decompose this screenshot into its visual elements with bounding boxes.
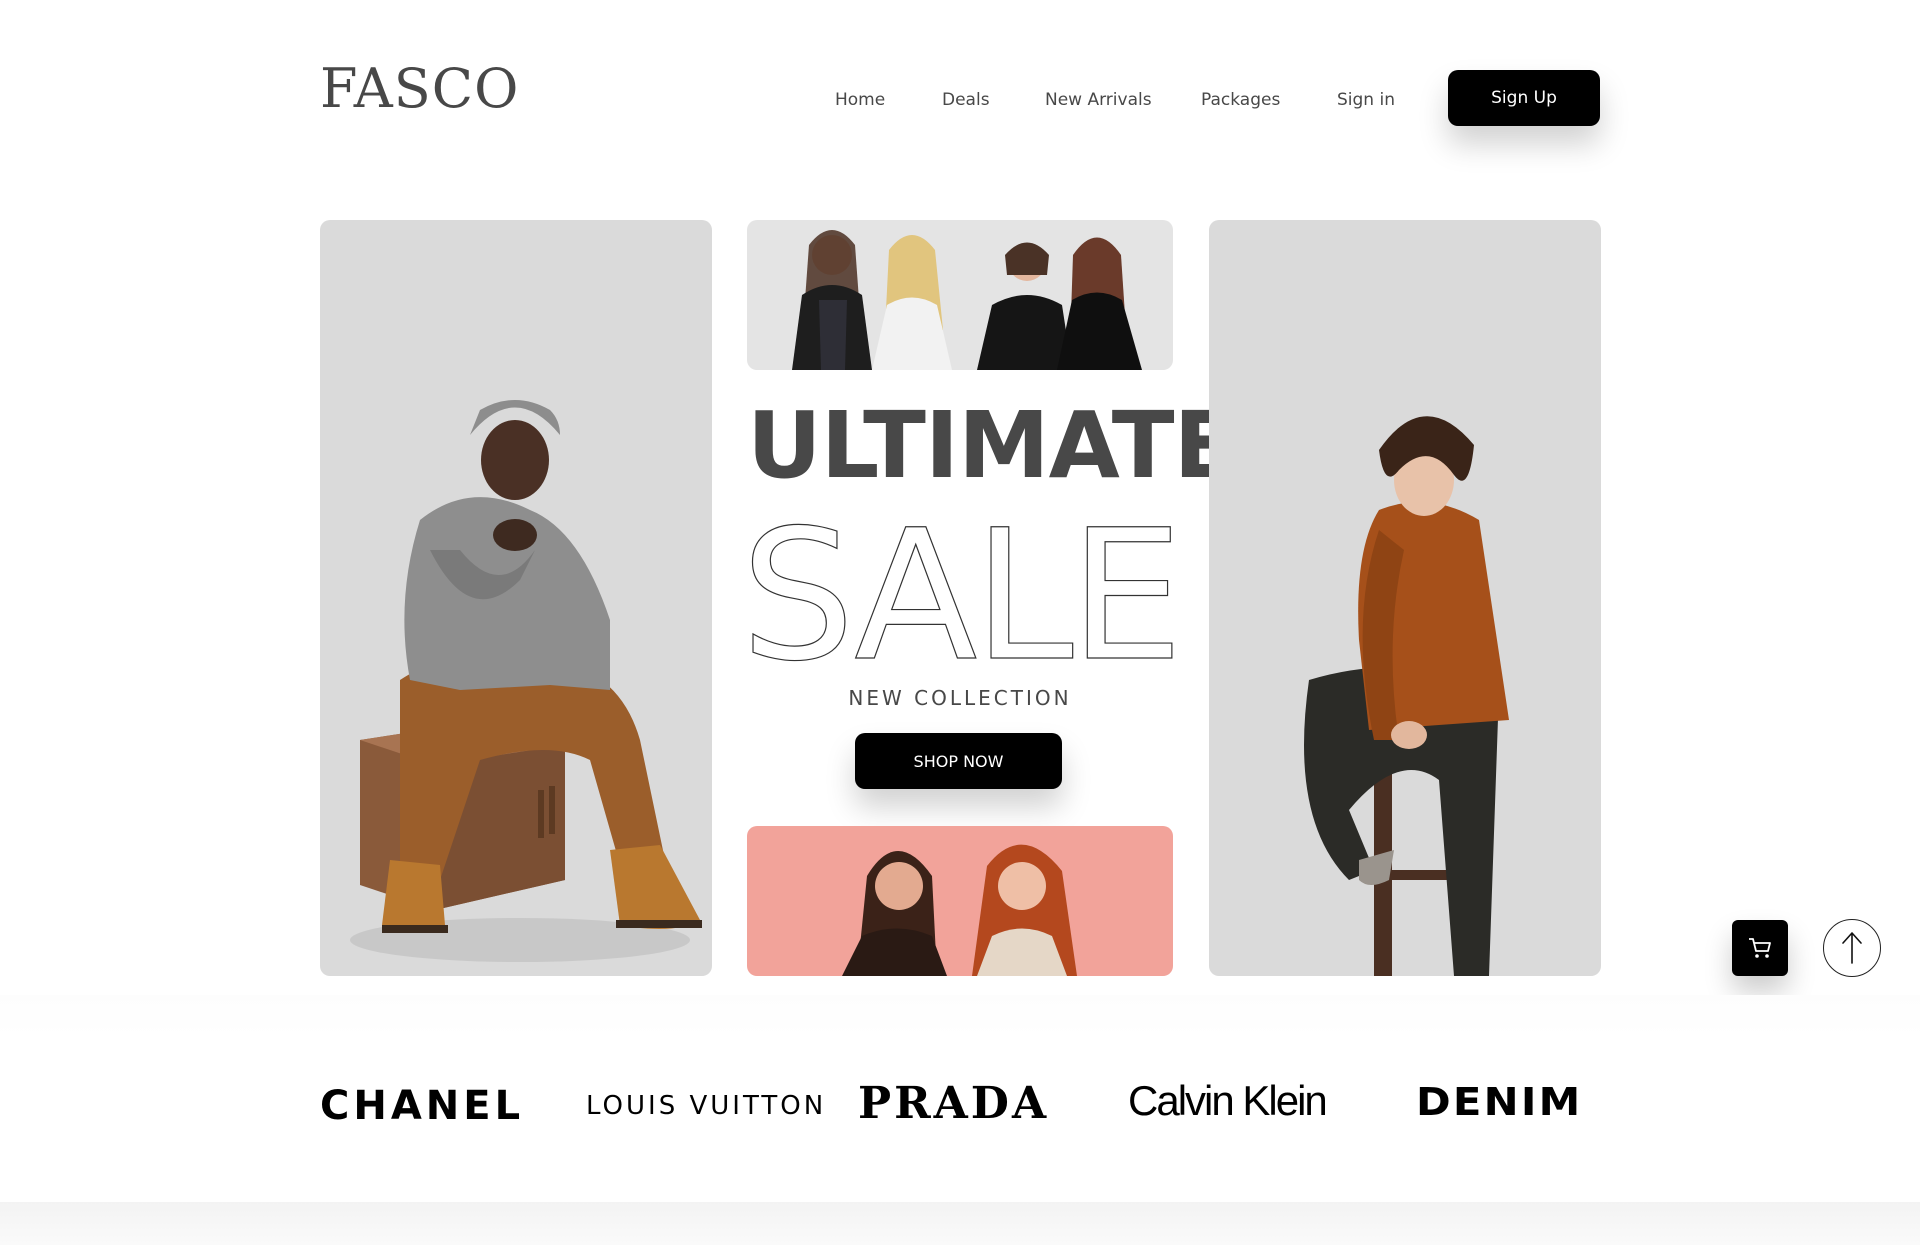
arrow-up-icon (1842, 932, 1862, 964)
man-seated-illustration (350, 400, 702, 962)
shop-now-button[interactable]: SHOP NOW (855, 733, 1062, 789)
hero-sale-text: SALE (747, 508, 1173, 668)
hero-image-right (1209, 220, 1601, 976)
hero-title: ULTIMATE (747, 392, 1236, 499)
sign-up-button[interactable]: Sign Up (1448, 70, 1600, 126)
brand-logo-prada[interactable]: PRADA (858, 1082, 1049, 1126)
hero-subtitle: NEW COLLECTION (848, 686, 1072, 710)
scroll-top-button[interactable] (1823, 919, 1881, 977)
main-nav: Home Deals New Arrivals Packages Sign in (0, 88, 1920, 112)
hero-image-bottom (747, 826, 1173, 976)
cart-icon (1749, 938, 1771, 958)
hero-image-left (320, 220, 712, 976)
next-section-edge (0, 1202, 1920, 1245)
man-sweater-illustration (1304, 416, 1509, 976)
cart-button[interactable] (1732, 920, 1788, 976)
hero-image-top (747, 220, 1173, 370)
nav-home[interactable]: Home (835, 88, 885, 112)
nav-new-arrivals[interactable]: New Arrivals (1045, 88, 1152, 112)
brand-logo-denim[interactable]: DENIM (1416, 1083, 1582, 1121)
hero-sale-outline: SALE (747, 508, 1173, 668)
women-laughing-illustration (842, 844, 1077, 976)
brand-logo-calvin-klein[interactable]: Calvin Klein (1128, 1080, 1328, 1122)
brand-logo-louis-vuitton[interactable]: LOUIS VUITTON (586, 1093, 826, 1119)
brand-logo-chanel[interactable]: CHANEL (320, 1086, 524, 1126)
nav-deals[interactable]: Deals (942, 88, 990, 112)
nav-packages[interactable]: Packages (1201, 88, 1280, 112)
nav-sign-in[interactable]: Sign in (1337, 88, 1395, 112)
women-group-illustration (792, 230, 1142, 370)
